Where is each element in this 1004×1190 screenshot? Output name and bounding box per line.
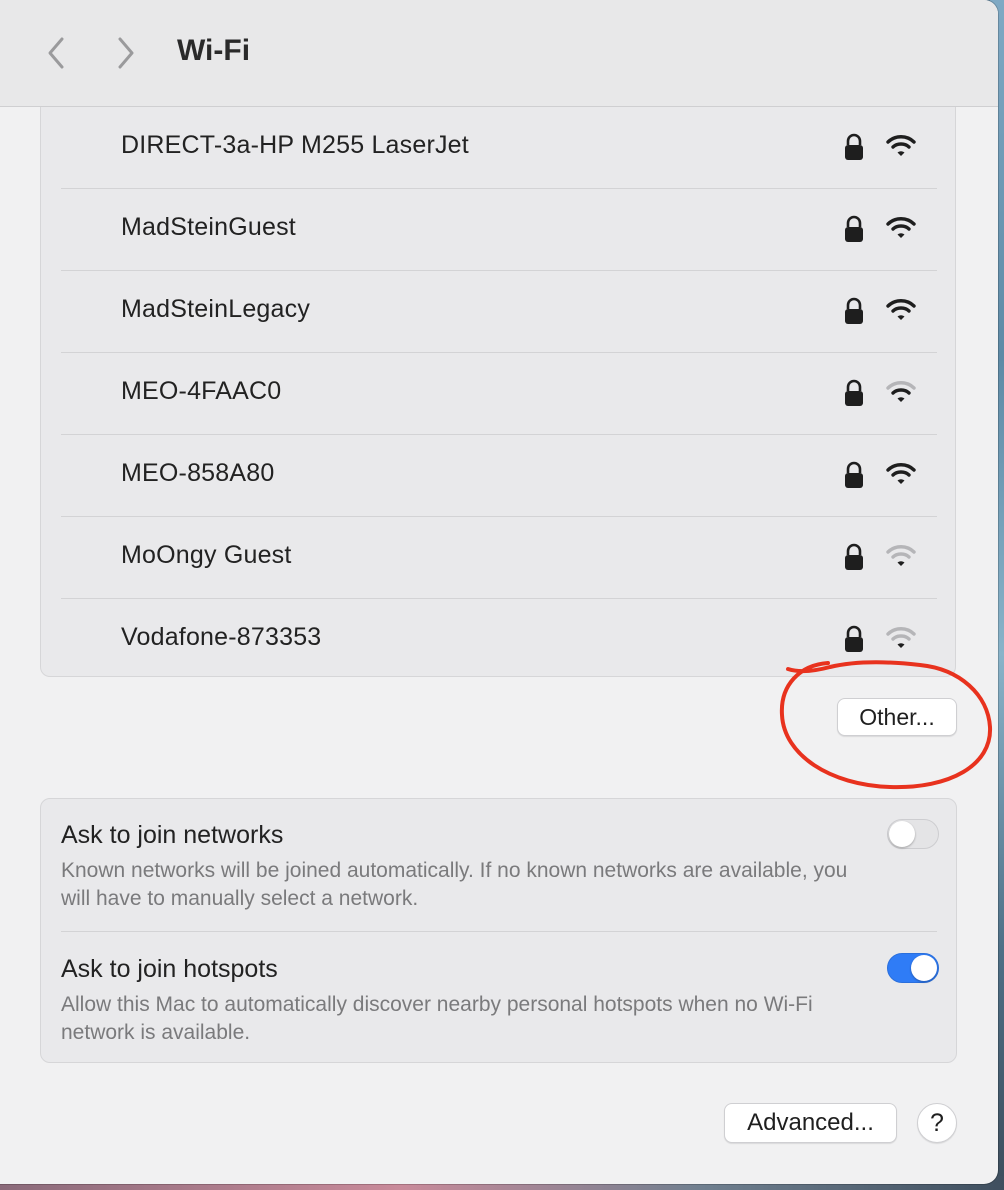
network-row[interactable]: MadSteinLegacy <box>61 271 937 353</box>
wifi-signal-icon <box>886 217 916 238</box>
network-row[interactable]: MEO-4FAAC0 <box>61 353 937 435</box>
page-title: Wi-Fi <box>177 34 251 67</box>
join-settings-panel: Ask to join networks Known networks will… <box>40 798 957 1063</box>
setting-description: Known networks will be joined automatica… <box>61 859 848 910</box>
wifi-signal-icon <box>886 135 916 156</box>
chevron-right-icon <box>118 37 134 69</box>
ask-join-networks-toggle[interactable] <box>887 819 939 849</box>
network-name: MadSteinLegacy <box>121 295 311 323</box>
lock-icon <box>845 543 863 570</box>
setting-description: Allow this Mac to automatically discover… <box>61 993 813 1044</box>
advanced-button[interactable]: Advanced... <box>724 1103 897 1143</box>
network-row[interactable]: MoOngy Guest <box>61 517 937 599</box>
toggle-knob <box>911 955 937 981</box>
settings-window: Wi-Fi DIRECT-3a-HP M255 LaserJet MadStein… <box>0 0 998 1184</box>
ask-join-hotspots-toggle[interactable] <box>887 953 939 983</box>
other-network-button[interactable]: Other... <box>837 698 957 736</box>
wifi-signal-icon <box>886 545 916 566</box>
back-button[interactable] <box>36 32 76 74</box>
network-list: DIRECT-3a-HP M255 LaserJet MadSteinGuest M… <box>40 107 956 677</box>
wifi-settings-content: DIRECT-3a-HP M255 LaserJet MadSteinGuest M… <box>0 107 998 1184</box>
wifi-signal-icon <box>886 381 916 402</box>
wifi-signal-icon <box>886 627 916 648</box>
wifi-signal-icon <box>886 299 916 320</box>
setting-ask-join-hotspots: Ask to join hotspots Allow this Mac to a… <box>61 933 939 1063</box>
network-name: Vodafone-873353 <box>121 623 322 651</box>
network-name: MEO-4FAAC0 <box>121 377 282 405</box>
lock-icon <box>845 379 863 406</box>
lock-icon <box>845 133 863 160</box>
setting-title: Ask to join hotspots <box>61 955 278 983</box>
setting-title: Ask to join networks <box>61 821 284 849</box>
network-row[interactable]: MadSteinGuest <box>61 189 937 271</box>
window-toolbar: Wi-Fi <box>0 0 998 107</box>
forward-button[interactable] <box>106 32 146 74</box>
network-name: MEO-858A80 <box>121 459 275 487</box>
network-row[interactable]: DIRECT-3a-HP M255 LaserJet <box>61 107 937 189</box>
lock-icon <box>845 215 863 242</box>
lock-icon <box>845 461 863 488</box>
wifi-signal-icon <box>886 463 916 484</box>
setting-ask-join-networks: Ask to join networks Known networks will… <box>61 799 939 932</box>
network-name: MoOngy Guest <box>121 541 292 569</box>
network-row[interactable]: MEO-858A80 <box>61 435 937 517</box>
lock-icon <box>845 625 863 652</box>
network-name: MadSteinGuest <box>121 213 296 241</box>
network-row[interactable]: Vodafone-873353 <box>61 599 937 681</box>
help-button[interactable]: ? <box>917 1103 957 1143</box>
toggle-knob <box>889 821 915 847</box>
chevron-left-icon <box>48 37 64 69</box>
lock-icon <box>845 297 863 324</box>
network-name: DIRECT-3a-HP M255 LaserJet <box>121 131 469 159</box>
